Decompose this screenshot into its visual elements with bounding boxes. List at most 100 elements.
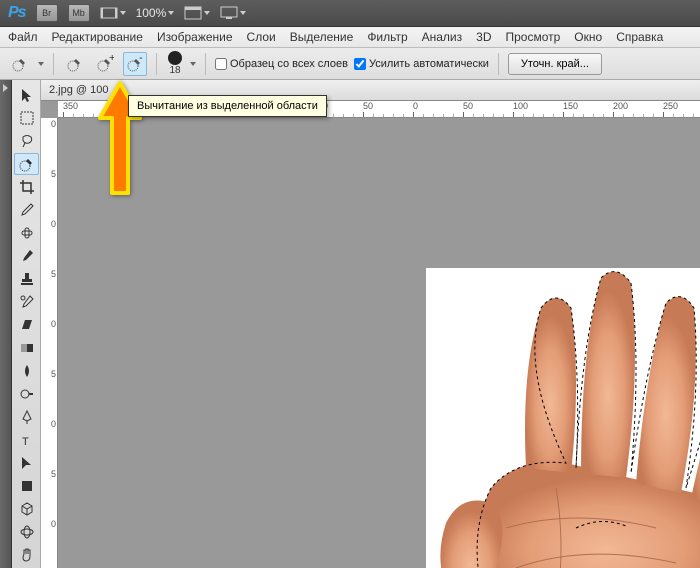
chevron-down-icon (168, 11, 174, 15)
quick-select-subtract-icon: - (126, 55, 144, 73)
ruler-tick: 250 (663, 101, 678, 111)
chevron-down-icon (120, 11, 126, 15)
brush-size-label: 18 (169, 65, 180, 76)
hand-tool[interactable] (14, 544, 39, 566)
menu-window[interactable]: Окно (574, 30, 602, 44)
stamp-tool[interactable] (14, 268, 39, 290)
blur-tool[interactable] (14, 360, 39, 382)
ruler-tick: 0 (43, 420, 58, 429)
separator (53, 53, 54, 75)
ruler-tick: 0 (43, 120, 58, 129)
3d-camera-tool[interactable] (14, 521, 39, 543)
separator (205, 53, 206, 75)
ruler-tick: 100 (513, 101, 528, 111)
options-bar: + - 18 Образец со всех слоев Усилить авт… (0, 48, 700, 80)
ruler-tick: 0 (43, 520, 58, 529)
shape-tool[interactable] (14, 475, 39, 497)
refine-edge-button[interactable]: Уточн. край... (508, 53, 602, 75)
gradient-tool[interactable] (14, 337, 39, 359)
hand-photo (426, 268, 700, 568)
image-content (426, 268, 700, 568)
bridge-button[interactable]: Br (36, 4, 58, 22)
ruler-tick: 5 (43, 170, 58, 179)
ruler-tick: 150 (563, 101, 578, 111)
sample-all-layers-checkbox[interactable]: Образец со всех слоев (215, 58, 348, 70)
menu-image[interactable]: Изображение (157, 30, 233, 44)
eraser-tool[interactable] (14, 314, 39, 336)
svg-text:-: - (139, 55, 143, 64)
ruler-tick: 5 (43, 270, 58, 279)
tooltip: Вычитание из выделенной области (128, 95, 327, 117)
auto-enhance-checkbox-input[interactable] (354, 58, 366, 70)
selection-subtract-button[interactable]: - (123, 52, 147, 76)
sample-all-label: Образец со всех слоев (230, 58, 348, 70)
healing-tool[interactable] (14, 222, 39, 244)
svg-text:T: T (22, 436, 29, 448)
quick-select-icon (11, 55, 29, 73)
current-tool-preset[interactable] (8, 52, 32, 76)
chevron-down-icon (204, 11, 210, 15)
menu-filter[interactable]: Фильтр (367, 30, 407, 44)
brush-tool[interactable] (14, 245, 39, 267)
svg-text:+: + (109, 55, 114, 64)
separator (156, 53, 157, 75)
history-brush-tool[interactable] (14, 291, 39, 313)
menu-3d[interactable]: 3D (476, 30, 491, 44)
type-tool[interactable]: T (14, 429, 39, 451)
quick-select-add-icon: + (96, 55, 114, 73)
ruler-tick: 0 (43, 320, 58, 329)
menu-help[interactable]: Справка (616, 30, 663, 44)
chevron-down-icon[interactable] (190, 62, 196, 66)
ruler-tick: 50 (463, 101, 473, 111)
menu-layer[interactable]: Слои (247, 30, 276, 44)
vertical-ruler[interactable]: 0 5 0 5 0 5 0 5 0 (41, 118, 58, 568)
dodge-tool[interactable] (14, 383, 39, 405)
ruler-tick: 350 (63, 101, 78, 111)
chevron-down-icon (240, 11, 246, 15)
menubar: Файл Редактирование Изображение Слои Выд… (0, 27, 700, 48)
path-select-tool[interactable] (14, 452, 39, 474)
menu-select[interactable]: Выделение (290, 30, 354, 44)
arrange-icon (184, 6, 202, 20)
menu-analysis[interactable]: Анализ (422, 30, 463, 44)
separator (498, 53, 499, 75)
ps-logo: Ps (8, 4, 26, 22)
eyedropper-tool[interactable] (14, 199, 39, 221)
menu-file[interactable]: Файл (8, 30, 38, 44)
docked-panel-strip[interactable] (0, 80, 12, 568)
move-tool[interactable] (14, 84, 39, 106)
quick-select-new-icon (66, 55, 84, 73)
toolbox: T (12, 80, 41, 568)
application-titlebar: Ps Br Mb 100% (0, 0, 700, 27)
minibridge-button[interactable]: Mb (68, 4, 90, 22)
selection-add-button[interactable]: + (93, 52, 117, 76)
quick-select-tool[interactable] (14, 153, 39, 175)
menu-edit[interactable]: Редактирование (52, 30, 143, 44)
crop-tool[interactable] (14, 176, 39, 198)
sample-all-checkbox-input[interactable] (215, 58, 227, 70)
brush-preview-icon (168, 51, 182, 65)
screenmode-dropdown[interactable] (220, 6, 246, 20)
3d-tool[interactable] (14, 498, 39, 520)
lasso-tool[interactable] (14, 130, 39, 152)
zoom-dropdown[interactable]: 100% (136, 6, 175, 20)
ruler-tick: 5 (43, 470, 58, 479)
auto-enhance-checkbox[interactable]: Усилить автоматически (354, 58, 489, 70)
film-icon (100, 6, 118, 20)
selection-new-button[interactable] (63, 52, 87, 76)
doc-arrange-dropdown[interactable] (184, 6, 210, 20)
tooltip-text: Вычитание из выделенной области (137, 100, 318, 112)
ruler-tick: 200 (613, 101, 628, 111)
canvas[interactable] (58, 118, 700, 568)
marquee-tool[interactable] (14, 107, 39, 129)
view-extras-dropdown[interactable] (100, 6, 126, 20)
menu-view[interactable]: Просмотр (505, 30, 560, 44)
ruler-tick: 0 (413, 101, 418, 111)
auto-enhance-label: Усилить автоматически (369, 58, 489, 70)
pen-tool[interactable] (14, 406, 39, 428)
zoom-level: 100% (136, 6, 167, 20)
chevron-down-icon (38, 62, 44, 66)
ruler-tick: 0 (43, 220, 58, 229)
expand-icon (3, 84, 8, 92)
ruler-tick: 5 (43, 370, 58, 379)
